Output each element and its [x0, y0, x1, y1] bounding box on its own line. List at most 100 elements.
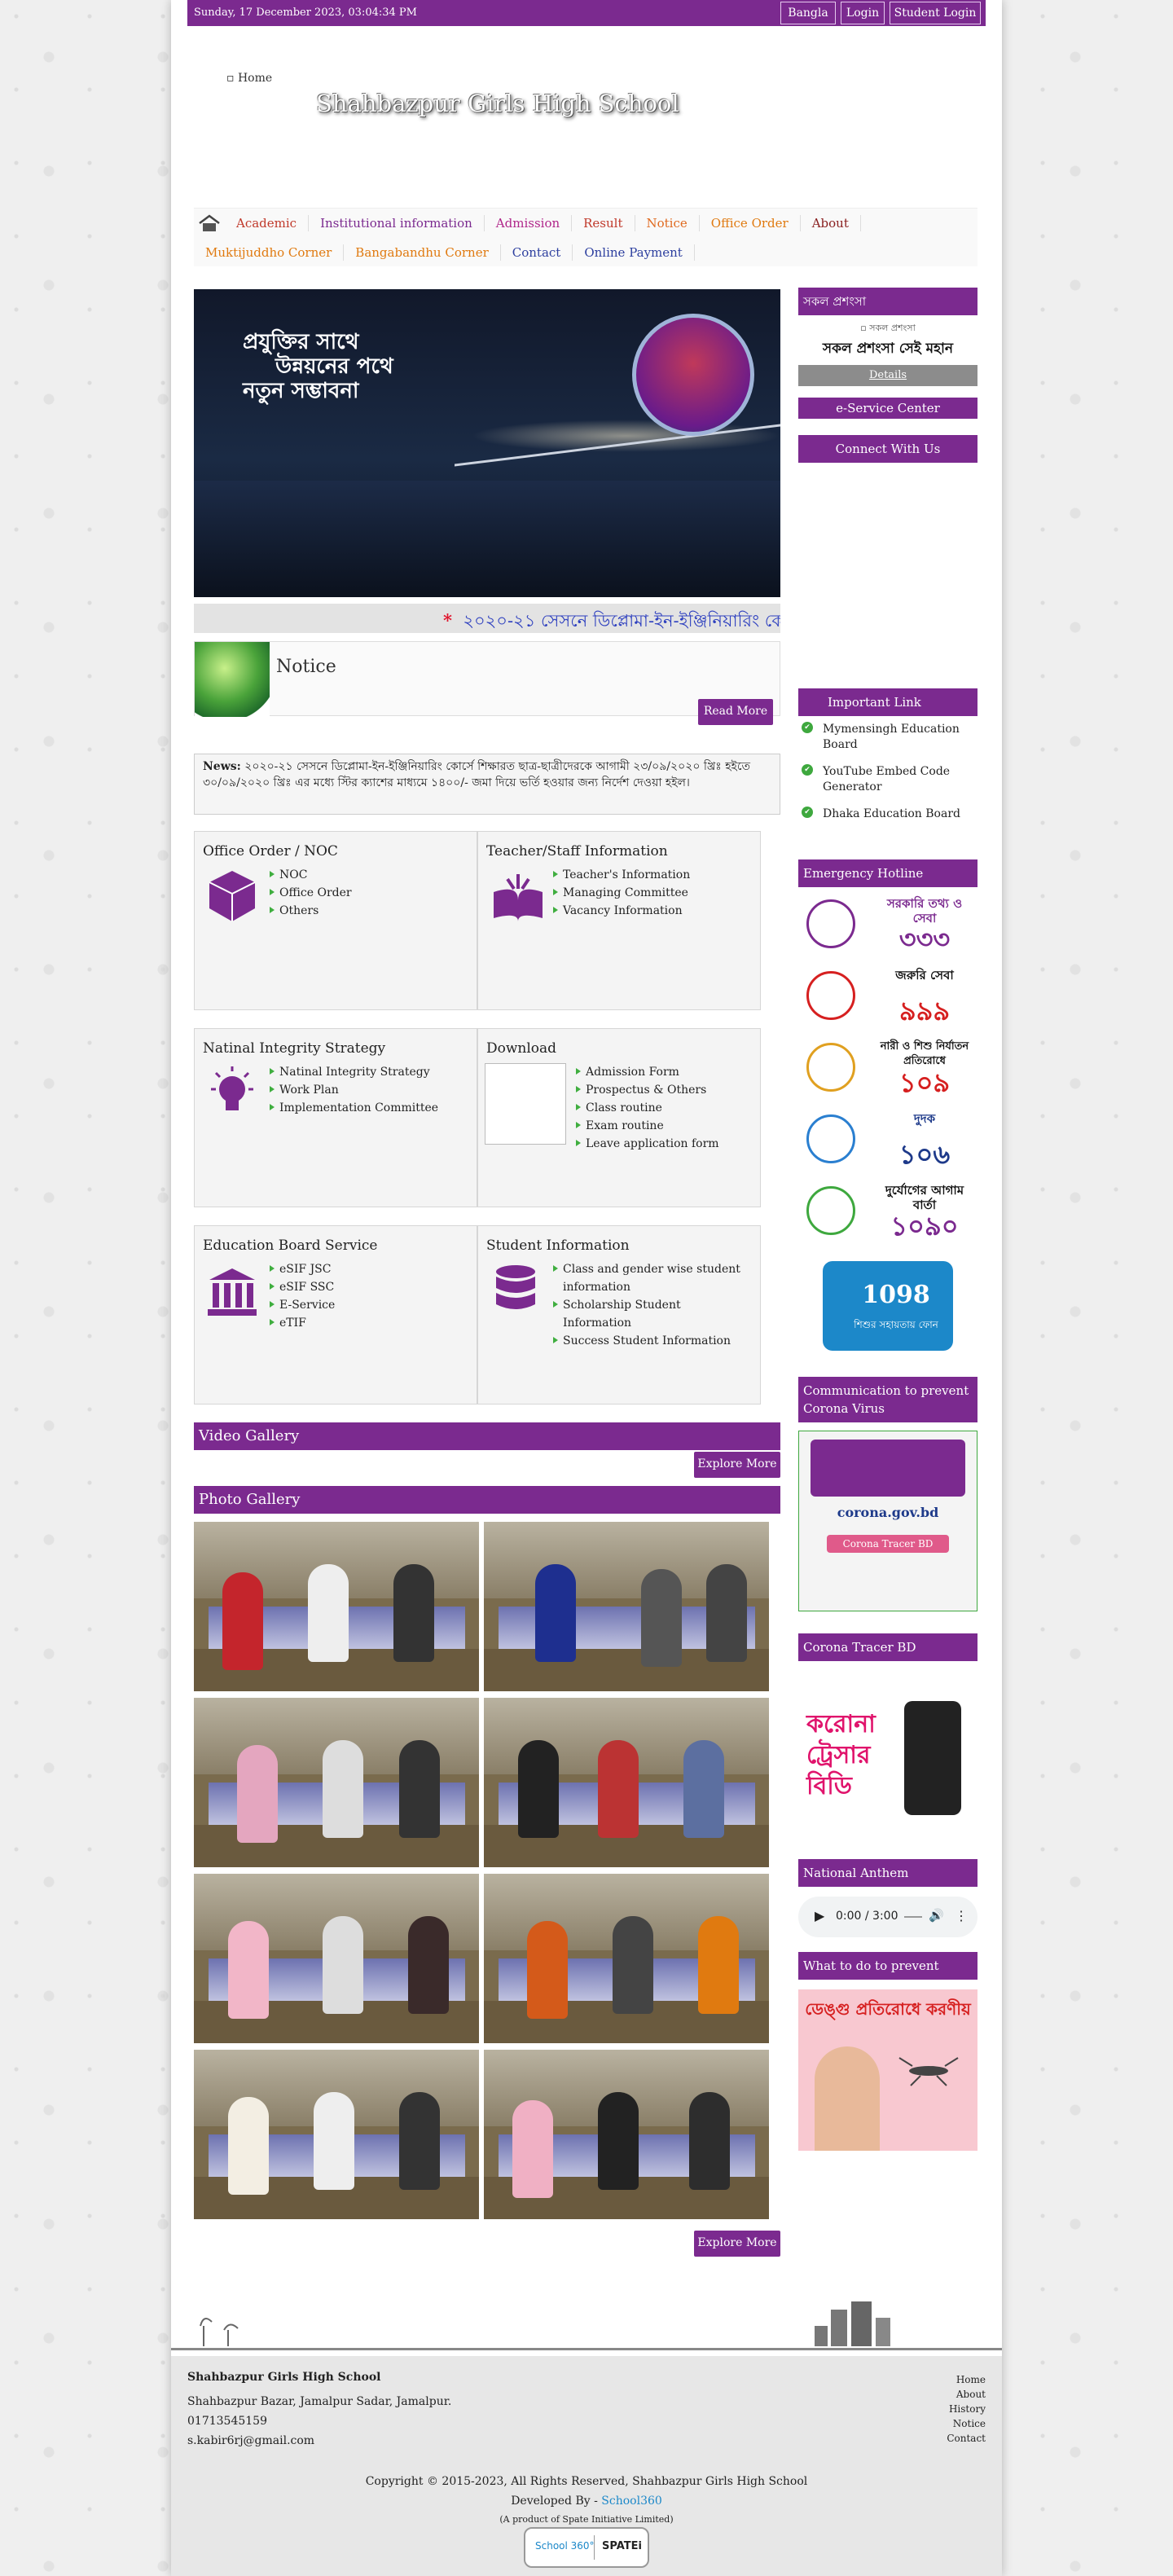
card-link[interactable]: Office Order: [270, 884, 352, 902]
hotline-1090[interactable]: দুর্যোগের আগাম বার্তা ১০৯০: [798, 1183, 978, 1242]
developer-link[interactable]: School360: [601, 2495, 662, 2508]
card-link[interactable]: Leave application form: [576, 1135, 719, 1153]
card-link[interactable]: Work Plan: [270, 1081, 438, 1099]
card-link[interactable]: Implementation Committee: [270, 1099, 438, 1117]
marquee-star: *: [443, 610, 452, 631]
card-link[interactable]: Success Student Information: [553, 1332, 749, 1350]
dengue-poster[interactable]: ডেঙ্গু প্রতিরোধে করণীয়: [798, 1989, 978, 2151]
praise-banner[interactable]: ▫ সকল প্রশংসা সকল প্রশংসা সেই মহান: [798, 321, 978, 365]
nav-about[interactable]: About: [801, 215, 861, 231]
card-education-board: Education Board Service eSIF JSC eSIF SS…: [194, 1225, 477, 1404]
banner-slider[interactable]: প্রযুক্তির সাথে উন্নয়নের পথে নতুন সম্ভা…: [194, 289, 780, 597]
nav-admission[interactable]: Admission: [485, 215, 573, 231]
card-link[interactable]: eSIF SSC: [270, 1278, 335, 1296]
volume-icon[interactable]: 🔊: [929, 1908, 944, 1923]
corona-tracer-poster[interactable]: করোনা ট্রেসার বিডি: [798, 1668, 978, 1848]
hotline-1098[interactable]: 1098 শিশুর সহায়তায় ফোন: [798, 1261, 978, 1359]
footer-link-history[interactable]: History: [947, 2402, 986, 2416]
card-link[interactable]: Scholarship Student Information: [553, 1296, 749, 1332]
school360-badge[interactable]: School 360° SPATEi: [524, 2527, 649, 2568]
tracer-text: করোনা ট্রেসার বিডি: [806, 1710, 876, 1800]
video-explore-more-button[interactable]: Explore More: [694, 1452, 780, 1478]
gallery-photo[interactable]: [194, 1522, 479, 1691]
gallery-photo[interactable]: [484, 1522, 769, 1691]
card-link[interactable]: Managing Committee: [553, 884, 690, 902]
card-title: Office Order / NOC: [203, 843, 338, 859]
home-icon[interactable]: [197, 214, 222, 232]
more-options-icon[interactable]: ⋮: [955, 1908, 968, 1923]
card-link[interactable]: Class routine: [576, 1099, 719, 1117]
nav-institutional-information[interactable]: Institutional information: [309, 215, 485, 231]
poster-banner: [811, 1440, 965, 1497]
gallery-photo[interactable]: [484, 1698, 769, 1867]
hotline-109[interactable]: নারী ও শিশু নির্যাতন প্রতিরোধে ১০৯: [798, 1040, 978, 1097]
card-link-list: NOC Office Order Others: [270, 866, 352, 920]
nav-contact[interactable]: Contact: [501, 244, 573, 261]
notice-marquee[interactable]: * ২০২০-২১ সেসনে ডিপ্লোমা-ইন-ইঞ্জিনিয়ারি…: [194, 604, 780, 633]
footer-email[interactable]: s.kabir6rj@gmail.com: [187, 2431, 451, 2451]
hotline-333[interactable]: সরকারি তথ্য ও সেবা ৩৩৩: [798, 896, 978, 953]
footer-link-contact[interactable]: Contact: [947, 2431, 986, 2446]
corona-awareness-poster[interactable]: corona.gov.bd Corona Tracer BD: [798, 1431, 978, 1611]
important-link[interactable]: YouTube Embed Code Generator: [798, 764, 978, 795]
nav-bangabandhu-corner[interactable]: Bangabandhu Corner: [344, 244, 501, 261]
person-illustration: [815, 2046, 880, 2151]
card-link[interactable]: Natinal Integrity Strategy: [270, 1063, 438, 1081]
card-link[interactable]: Admission Form: [576, 1063, 719, 1081]
gallery-photo[interactable]: [194, 1874, 479, 2043]
site-header: ▫ Home Shahbazpur Girls High School: [187, 26, 986, 209]
nav-academic[interactable]: Academic: [225, 215, 310, 231]
nav-row-1: Academic Institutional information Admis…: [194, 209, 861, 238]
card-link[interactable]: eSIF JSC: [270, 1260, 335, 1278]
card-link[interactable]: Prospectus & Others: [576, 1081, 719, 1099]
hotline-number: ১০৯০: [890, 1211, 959, 1242]
gallery-photo[interactable]: [484, 1874, 769, 2043]
hotline-999[interactable]: জরুরি সেবা ৯৯৯: [798, 968, 978, 1025]
important-link[interactable]: Dhaka Education Board: [798, 807, 978, 822]
card-link[interactable]: NOC: [270, 866, 352, 884]
bulb-icon: [206, 1065, 258, 1122]
home-logo[interactable]: ▫ Home: [226, 72, 272, 85]
nav-office-order[interactable]: Office Order: [700, 215, 801, 231]
praise-details-link[interactable]: Details: [798, 365, 978, 386]
gallery-photo[interactable]: [194, 2050, 479, 2219]
card-link[interactable]: Exam routine: [576, 1117, 719, 1135]
dengue-text: ডেঙ্গু প্রতিরোধে করণীয়: [805, 1999, 971, 2019]
school-name[interactable]: Shahbazpur Girls High School: [316, 90, 679, 117]
play-icon[interactable]: ▶: [815, 1908, 824, 1923]
gallery-photo[interactable]: [194, 1698, 479, 1867]
cube-icon: [206, 868, 258, 925]
card-title: Teacher/Staff Information: [486, 843, 668, 859]
important-link[interactable]: Mymensingh Education Board: [798, 722, 978, 753]
login-button[interactable]: Login: [841, 2, 885, 24]
card-link[interactable]: Teacher's Information: [553, 866, 690, 884]
progress-track[interactable]: [904, 1916, 922, 1918]
footer-link-notice[interactable]: Notice: [947, 2416, 986, 2431]
hotline-106[interactable]: দুদক ১০৬: [798, 1111, 978, 1168]
notice-read-more-button[interactable]: Read More: [698, 699, 773, 725]
important-link-list: Mymensingh Education Board YouTube Embed…: [798, 722, 978, 833]
dengue-header: What to do to prevent Dengue: [798, 1952, 978, 2001]
card-link[interactable]: E-Service: [270, 1296, 335, 1314]
footer-copyright-block: Copyright © 2015-2023, All Rights Reserv…: [171, 2472, 1002, 2511]
nav-notice[interactable]: Notice: [635, 215, 700, 231]
card-link[interactable]: Others: [270, 902, 352, 920]
student-login-button[interactable]: Student Login: [890, 2, 981, 24]
card-link[interactable]: Class and gender wise student informatio…: [553, 1260, 749, 1296]
card-link[interactable]: Vacancy Information: [553, 902, 690, 920]
nav-result[interactable]: Result: [572, 215, 635, 231]
footer-link-home[interactable]: Home: [947, 2372, 986, 2387]
card-link-list: Teacher's Information Managing Committee…: [553, 866, 690, 920]
gallery-photo[interactable]: [484, 2050, 769, 2219]
photo-explore-more-button[interactable]: Explore More: [694, 2231, 780, 2257]
nav-muktijuddho-corner[interactable]: Muktijuddho Corner: [194, 244, 345, 261]
connect-with-us-button[interactable]: Connect With Us: [798, 435, 978, 463]
nav-online-payment[interactable]: Online Payment: [573, 244, 695, 261]
news-text[interactable]: ২০২০-২১ সেসনে ডিপ্লোমা-ইন-ইঞ্জিনিয়ারিং …: [203, 760, 750, 789]
eservice-center-button[interactable]: e-Service Center: [798, 398, 978, 419]
card-link[interactable]: eTIF: [270, 1314, 335, 1332]
footer-link-about[interactable]: About: [947, 2387, 986, 2402]
bangla-button[interactable]: Bangla: [780, 2, 836, 24]
anthem-audio-player[interactable]: ▶ 0:00 / 3:00 🔊 ⋮: [798, 1897, 978, 1937]
badge-school360-text: School 360°: [535, 2540, 595, 2552]
